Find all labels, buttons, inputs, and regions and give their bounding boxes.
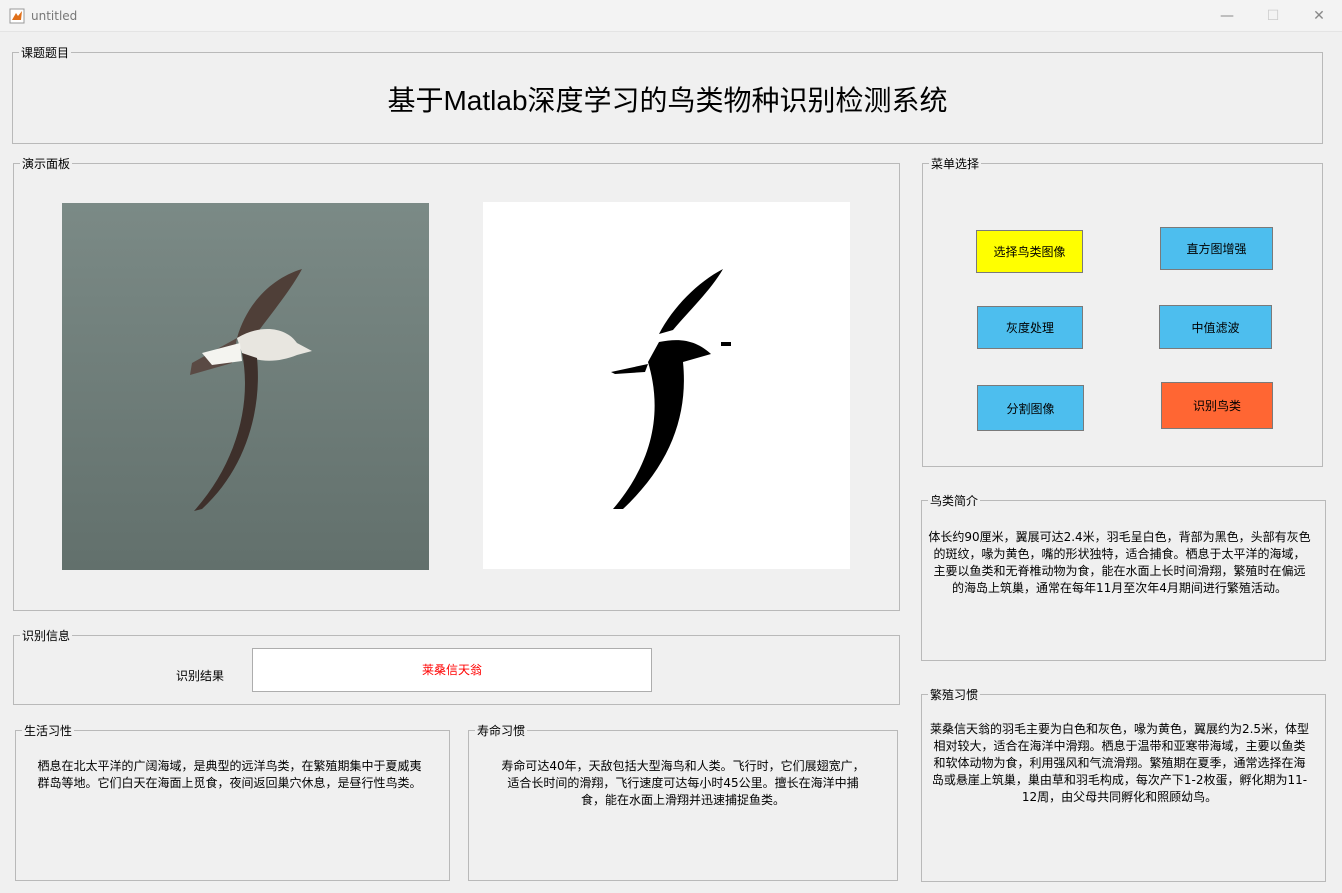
title-panel: 课题题目 基于Matlab深度学习的鸟类物种识别检测系统: [12, 44, 1323, 144]
maximize-button[interactable]: ☐: [1250, 0, 1296, 32]
bird-intro-text: 体长约90厘米，翼展可达2.4米，羽毛呈白色，背部为黑色，头部有灰色的斑纹，喙为…: [928, 530, 1311, 595]
panel-label: 课题题目: [19, 44, 72, 61]
original-bird-image: [62, 203, 429, 570]
select-bird-image-button[interactable]: 选择鸟类图像: [976, 230, 1083, 273]
panel-label: 繁殖习惯: [928, 686, 981, 703]
segmented-bird-image: [483, 202, 850, 569]
lifespan-panel: 寿命习惯 寿命可达40年，天敌包括大型海鸟和人类。飞行时，它们展翅宽广，适合长时…: [468, 722, 898, 881]
close-button[interactable]: ✕: [1296, 0, 1342, 32]
habits-panel: 生活习性 栖息在北太平洋的广阔海域，是典型的远洋鸟类，在繁殖期集中于夏威夷群岛等…: [15, 722, 450, 881]
grayscale-button[interactable]: 灰度处理: [977, 306, 1083, 349]
title-bar: untitled — ☐ ✕: [0, 0, 1342, 32]
habits-text: 栖息在北太平洋的广阔海域，是典型的远洋鸟类，在繁殖期集中于夏威夷群岛等地。它们白…: [37, 759, 422, 790]
window-title: untitled: [31, 9, 78, 23]
identify-bird-button[interactable]: 识别鸟类: [1161, 382, 1273, 429]
breeding-panel: 繁殖习惯 莱桑信天翁的羽毛主要为白色和灰色，喙为黄色，翼展约为2.5米，体型相对…: [921, 686, 1326, 882]
panel-label: 演示面板: [20, 155, 73, 172]
minimize-button[interactable]: —: [1204, 0, 1250, 32]
lifespan-text: 寿命可达40年，天敌包括大型海鸟和人类。飞行时，它们展翅宽广，适合长时间的滑翔，…: [501, 759, 865, 807]
bird-intro-panel: 鸟类简介 体长约90厘米，翼展可达2.4米，羽毛呈白色，背部为黑色，头部有灰色的…: [921, 492, 1326, 661]
panel-label: 生活习性: [22, 722, 75, 739]
recognition-panel: 识别信息 识别结果 莱桑信天翁: [13, 627, 900, 705]
page-title: 基于Matlab深度学习的鸟类物种识别检测系统: [387, 85, 948, 116]
panel-label: 寿命习惯: [475, 722, 528, 739]
median-filter-button[interactable]: 中值滤波: [1159, 305, 1272, 349]
result-label: 识别结果: [176, 669, 225, 683]
panel-label: 识别信息: [20, 627, 73, 644]
matlab-icon: [9, 8, 25, 24]
breeding-text: 莱桑信天翁的羽毛主要为白色和灰色，喙为黄色，翼展约为2.5米，体型相对较大，适合…: [929, 722, 1310, 804]
segment-image-button[interactable]: 分割图像: [977, 385, 1084, 431]
histogram-enhance-button[interactable]: 直方图增强: [1160, 227, 1273, 270]
demo-panel: 演示面板: [13, 155, 900, 611]
panel-label: 鸟类简介: [928, 492, 981, 509]
panel-label: 菜单选择: [929, 155, 982, 172]
result-field[interactable]: 莱桑信天翁: [252, 648, 652, 692]
